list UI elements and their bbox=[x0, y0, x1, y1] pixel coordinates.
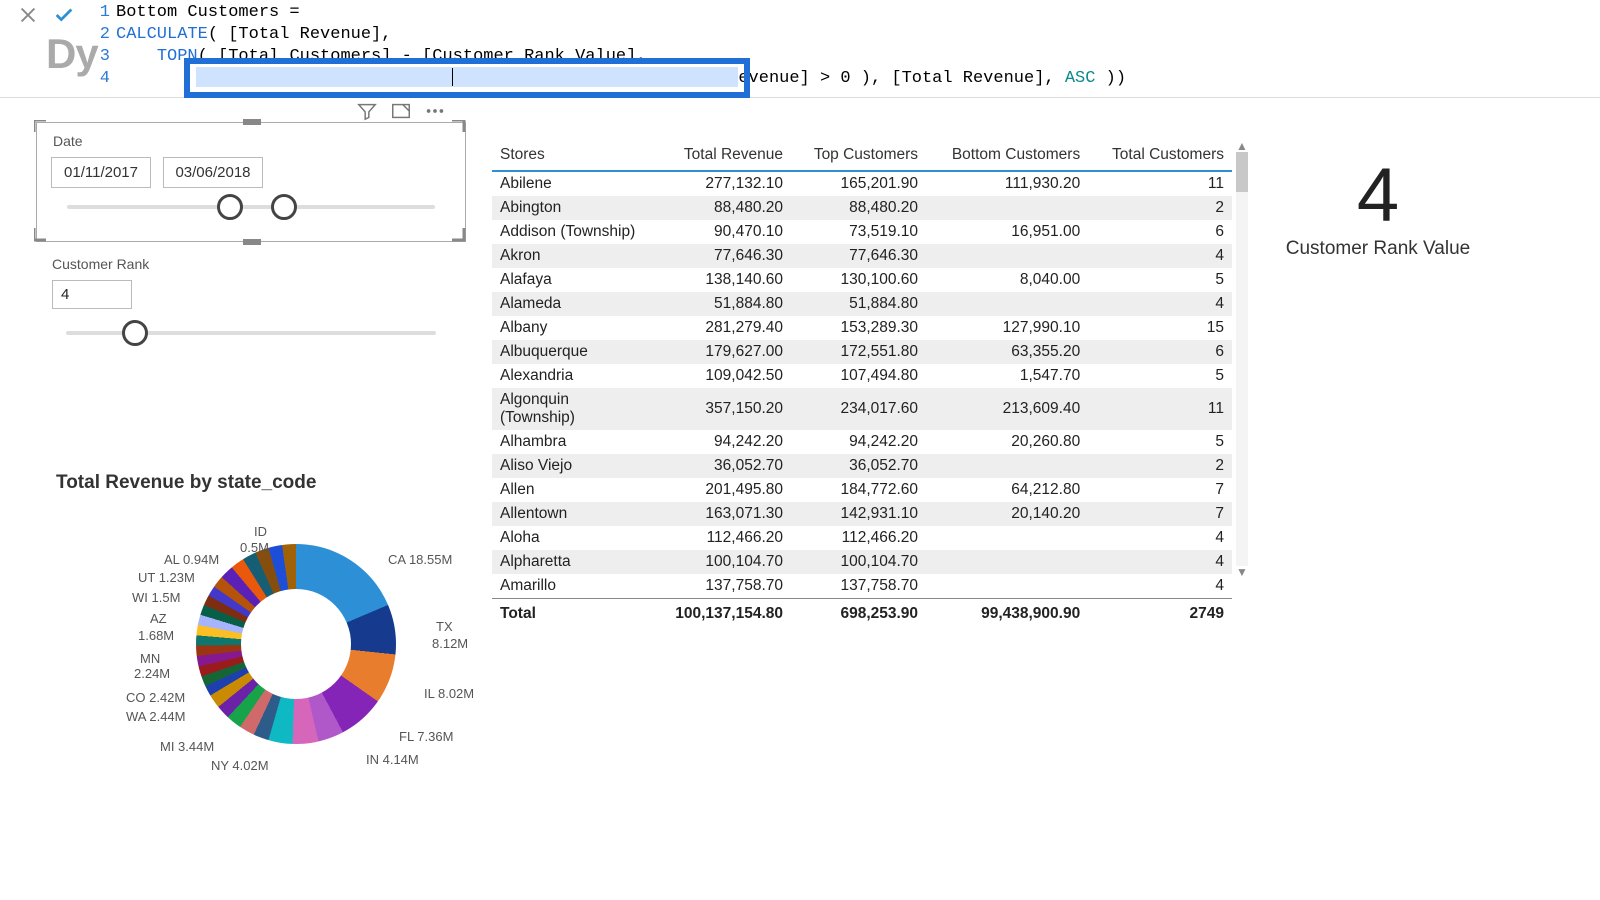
rank-thumb[interactable] bbox=[122, 320, 148, 346]
donut-label-tx-b: 8.12M bbox=[432, 636, 468, 651]
customer-rank-slicer: Customer Rank 4 bbox=[36, 252, 466, 335]
donut-label-co: CO 2.42M bbox=[126, 690, 185, 705]
cancel-icon[interactable] bbox=[17, 4, 39, 31]
date-thumb-end[interactable] bbox=[271, 194, 297, 220]
donut-label-mi: MI 3.44M bbox=[160, 739, 214, 754]
table-row[interactable]: Albuquerque179,627.00172,551.8063,355.20… bbox=[492, 340, 1232, 364]
col-total-revenue[interactable]: Total Revenue bbox=[652, 140, 791, 171]
resize-handle-bottom[interactable] bbox=[243, 239, 261, 245]
focus-mode-icon[interactable] bbox=[390, 100, 412, 122]
formula-actions: Dy bbox=[0, 0, 92, 97]
donut-label-fl: FL 7.36M bbox=[399, 729, 453, 744]
donut-label-ca: CA 18.55M bbox=[388, 552, 452, 567]
code-line-1: Bottom Customers = bbox=[116, 2, 300, 24]
col-stores[interactable]: Stores bbox=[492, 140, 652, 171]
donut-label-az-a: AZ bbox=[150, 611, 167, 626]
filter-icon[interactable] bbox=[356, 100, 378, 122]
background-text: Dy bbox=[46, 30, 98, 78]
stores-table: Stores Total Revenue Top Customers Botto… bbox=[492, 140, 1232, 626]
dax-editor[interactable]: 1Bottom Customers = 2CALCULATE( [Total R… bbox=[92, 0, 1600, 97]
date-slicer-label: Date bbox=[53, 133, 83, 149]
donut-label-al: AL 0.94M bbox=[164, 552, 219, 567]
table-row[interactable]: Allen201,495.80184,772.6064,212.807 bbox=[492, 478, 1232, 502]
kpi-label: Customer Rank Value bbox=[1278, 238, 1478, 260]
date-thumb-start[interactable] bbox=[217, 194, 243, 220]
scroll-up-icon[interactable]: ▲ bbox=[1236, 140, 1248, 152]
col-bottom-customers[interactable]: Bottom Customers bbox=[926, 140, 1088, 171]
table-row[interactable]: Addison (Township)90,470.1073,519.1016,9… bbox=[492, 220, 1232, 244]
annotation-box bbox=[184, 58, 750, 98]
table-row[interactable]: Alafaya138,140.60130,100.608,040.005 bbox=[492, 268, 1232, 292]
table-row[interactable]: Alexandria109,042.50107,494.801,547.705 bbox=[492, 364, 1232, 388]
text-cursor bbox=[452, 68, 453, 86]
resize-corner-br[interactable] bbox=[452, 228, 468, 244]
donut-label-wa: WA 2.44M bbox=[126, 709, 185, 724]
resize-handle-top[interactable] bbox=[243, 119, 261, 125]
donut-label-mn-a: MN bbox=[140, 651, 160, 666]
table-row[interactable]: Alhambra94,242.2094,242.2020,260.805 bbox=[492, 430, 1232, 454]
date-slicer: Date 01/11/2017 03/06/2018 bbox=[36, 122, 466, 242]
date-start-input[interactable]: 01/11/2017 bbox=[51, 157, 151, 188]
customer-rank-card[interactable]: 4 Customer Rank Value bbox=[1278, 158, 1478, 260]
table-scrollbar[interactable]: ▲ ▼ bbox=[1236, 140, 1248, 578]
scroll-thumb[interactable] bbox=[1236, 152, 1248, 192]
revenue-by-state-chart: Total Revenue by state_code CA 18.55M TX… bbox=[36, 468, 466, 804]
table-row[interactable]: Aliso Viejo36,052.7036,052.702 bbox=[492, 454, 1232, 478]
more-options-icon[interactable] bbox=[424, 100, 446, 122]
table-total-row: Total 100,137,154.80 698,253.90 99,438,9… bbox=[492, 599, 1232, 627]
data-table[interactable]: Stores Total Revenue Top Customers Botto… bbox=[492, 140, 1232, 626]
date-range-slider[interactable] bbox=[67, 205, 435, 209]
table-row[interactable]: Amarillo137,758.70137,758.704 bbox=[492, 574, 1232, 599]
resize-corner-tr[interactable] bbox=[452, 120, 468, 136]
resize-corner-tl[interactable] bbox=[34, 120, 50, 136]
donut-hole bbox=[241, 589, 351, 699]
donut-label-az-b: 1.68M bbox=[138, 628, 174, 643]
col-total-customers[interactable]: Total Customers bbox=[1088, 140, 1232, 171]
table-row[interactable]: Aloha112,466.20112,466.204 bbox=[492, 526, 1232, 550]
visual-header bbox=[356, 100, 446, 122]
rank-slicer-label: Customer Rank bbox=[36, 252, 466, 278]
donut-label-id-b: 0.5M bbox=[240, 540, 269, 555]
table-row[interactable]: Albany281,279.40153,289.30127,990.1015 bbox=[492, 316, 1232, 340]
table-row[interactable]: Alameda51,884.8051,884.804 bbox=[492, 292, 1232, 316]
donut-label-id-a: ID bbox=[254, 524, 267, 539]
donut-label-il: IL 8.02M bbox=[424, 686, 474, 701]
donut-label-wi: WI 1.5M bbox=[132, 590, 180, 605]
donut-label-ut: UT 1.23M bbox=[138, 570, 195, 585]
donut-label-mn-b: 2.24M bbox=[134, 666, 170, 681]
donut-title: Total Revenue by state_code bbox=[36, 468, 466, 504]
donut-label-ny: NY 4.02M bbox=[211, 758, 269, 773]
table-row[interactable]: Akron77,646.3077,646.304 bbox=[492, 244, 1232, 268]
formula-bar: Dy 1Bottom Customers = 2CALCULATE( [Tota… bbox=[0, 0, 1600, 98]
donut-label-tx-a: TX bbox=[436, 619, 453, 634]
table-row[interactable]: Abington88,480.2088,480.202 bbox=[492, 196, 1232, 220]
table-row[interactable]: Alpharetta100,104.70100,104.704 bbox=[492, 550, 1232, 574]
table-row[interactable]: Abilene277,132.10165,201.90111,930.2011 bbox=[492, 171, 1232, 196]
rank-value-input[interactable]: 4 bbox=[52, 280, 132, 309]
donut-visual[interactable]: CA 18.55M TX 8.12M IL 8.02M FL 7.36M IN … bbox=[66, 504, 446, 804]
table-row[interactable]: Algonquin (Township)357,150.20234,017.60… bbox=[492, 388, 1232, 430]
kpi-value: 4 bbox=[1278, 158, 1478, 234]
commit-icon[interactable] bbox=[53, 4, 75, 31]
scroll-track[interactable] bbox=[1236, 152, 1248, 566]
table-body: Abilene277,132.10165,201.90111,930.2011A… bbox=[492, 171, 1232, 599]
date-end-input[interactable]: 03/06/2018 bbox=[163, 157, 263, 188]
scroll-down-icon[interactable]: ▼ bbox=[1236, 566, 1248, 578]
table-row[interactable]: Allentown163,071.30142,931.1020,140.207 bbox=[492, 502, 1232, 526]
rank-slider[interactable] bbox=[66, 331, 436, 335]
table-header-row: Stores Total Revenue Top Customers Botto… bbox=[492, 140, 1232, 171]
col-top-customers[interactable]: Top Customers bbox=[791, 140, 926, 171]
resize-corner-bl[interactable] bbox=[34, 228, 50, 244]
donut-label-in: IN 4.14M bbox=[366, 752, 419, 767]
